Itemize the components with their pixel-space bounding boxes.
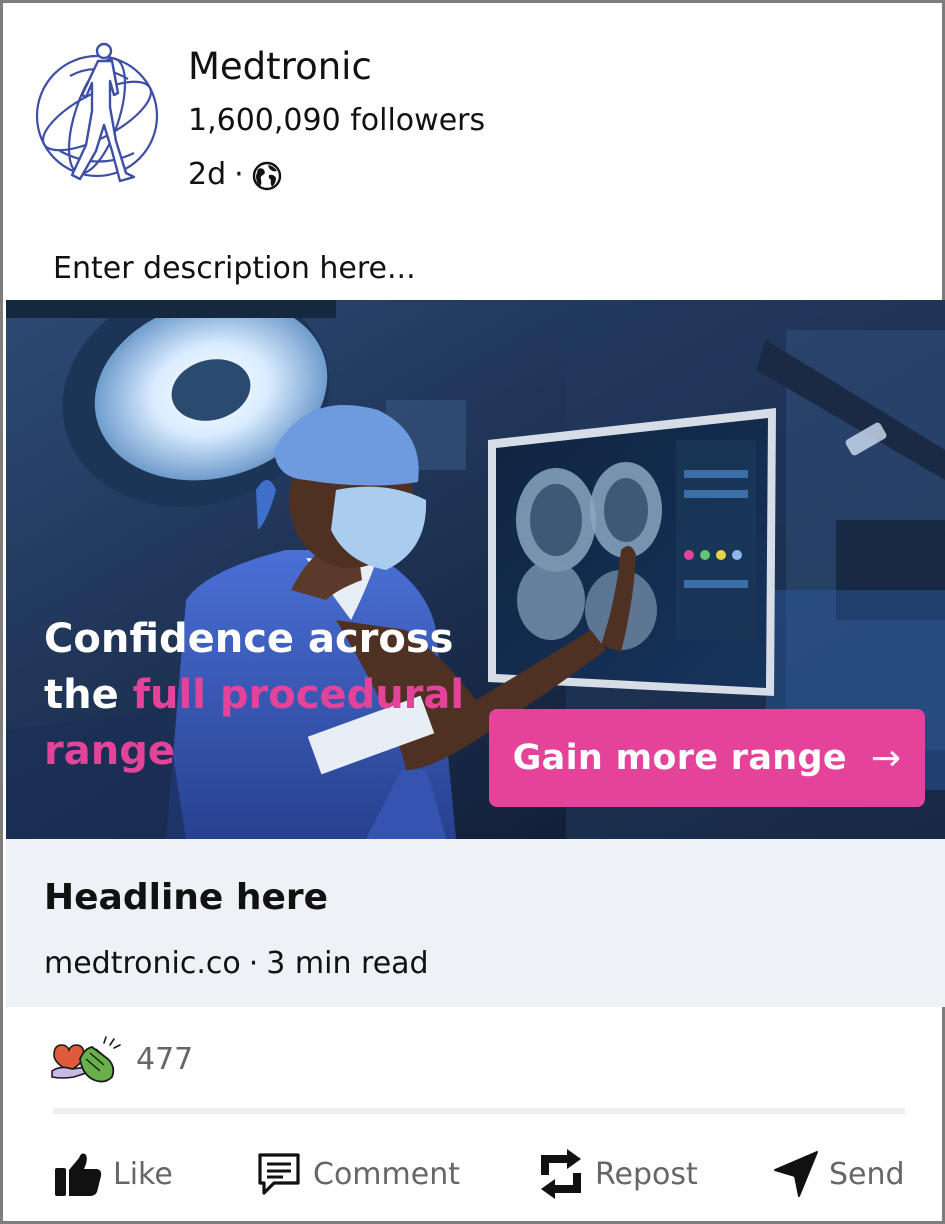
- hero-tagline: Confidence across the full procedural ra…: [44, 611, 484, 779]
- post-meta: 2d ·: [188, 155, 282, 195]
- tagline-line-2-start: the: [44, 672, 133, 718]
- send-button[interactable]: Send: [773, 1144, 905, 1204]
- clap-icon: [79, 1036, 121, 1083]
- tagline-line-1: Confidence across: [44, 616, 454, 662]
- cta-label: Gain more range: [512, 738, 847, 778]
- reactions-summary[interactable]: 477: [50, 1035, 193, 1085]
- tagline-highlight: full procedural: [132, 672, 465, 718]
- read-time: 3 min read: [266, 946, 429, 981]
- repost-label: Repost: [595, 1156, 698, 1192]
- thumbs-up-icon: [55, 1153, 102, 1196]
- post-description[interactable]: Enter description here...: [53, 249, 416, 289]
- comment-label: Comment: [313, 1156, 460, 1192]
- arrow-right-icon: →: [870, 737, 902, 779]
- company-logo[interactable]: [30, 41, 164, 191]
- repost-icon: [541, 1149, 581, 1199]
- send-icon: [774, 1151, 818, 1197]
- repost-button[interactable]: Repost: [537, 1144, 698, 1204]
- post-age: 2d: [188, 157, 227, 192]
- feed-post-card: Medtronic 1,600,090 followers 2d · Enter…: [0, 0, 945, 1224]
- tagline-line-3: range: [44, 728, 175, 774]
- like-label: Like: [113, 1156, 173, 1192]
- cta-button[interactable]: Gain more range →: [489, 709, 925, 807]
- like-button[interactable]: Like: [53, 1144, 173, 1204]
- globe-icon: [252, 161, 281, 191]
- preview-headline[interactable]: Headline here: [44, 875, 328, 921]
- actions-divider: [53, 1108, 905, 1114]
- source-separator: ·: [248, 946, 259, 981]
- send-label: Send: [829, 1156, 905, 1192]
- company-name[interactable]: Medtronic: [188, 45, 372, 89]
- meta-separator: ·: [234, 157, 244, 192]
- comment-button[interactable]: Comment: [255, 1144, 460, 1204]
- follower-count: 1,600,090 followers: [188, 103, 486, 138]
- reaction-count: 477: [136, 1042, 194, 1077]
- tagline-line-2: the full procedural: [44, 667, 484, 723]
- preview-source: medtronic.co · 3 min read: [44, 943, 429, 985]
- reaction-icons: [51, 1036, 121, 1083]
- preview-domain: medtronic.co: [44, 946, 241, 981]
- comment-icon: [258, 1153, 300, 1195]
